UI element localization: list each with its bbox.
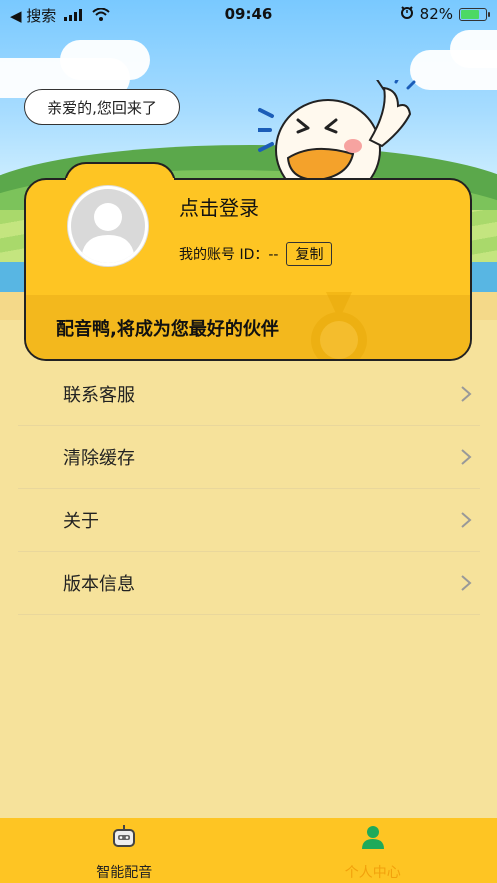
menu-item-version-info[interactable]: 版本信息: [18, 552, 480, 615]
notch-cover: [66, 178, 174, 184]
app-root: 亲爱的,您回来了 ◀ 搜索 09:46 82% 配音鸭,将成为您最好的伙伴 点击…: [0, 0, 497, 883]
greeting-bubble: 亲爱的,您回来了: [24, 89, 180, 125]
copy-button[interactable]: 复制: [286, 242, 333, 266]
chevron-right-icon: [461, 575, 472, 591]
menu-item-clear-cache[interactable]: 清除缓存: [18, 426, 480, 489]
menu-item-about[interactable]: 关于: [18, 489, 480, 552]
account-id-label: 我的账号 ID：--: [179, 247, 279, 263]
tab-label: 个人中心: [344, 865, 401, 881]
status-bar: ◀ 搜索 09:46 82%: [0, 0, 497, 30]
slogan-text: 配音鸭,将成为您最好的伙伴: [56, 319, 279, 340]
copy-button-label: 复制: [295, 247, 324, 263]
settings-menu: 联系客服 清除缓存 关于 版本信息: [18, 363, 480, 615]
chevron-right-icon: [461, 512, 472, 528]
battery-fill: [461, 9, 480, 19]
tab-smart-dubbing[interactable]: 智能配音: [0, 818, 249, 883]
avatar[interactable]: [68, 186, 148, 266]
login-link[interactable]: 点击登录: [179, 192, 259, 221]
cloud: [60, 40, 150, 80]
alarm-icon: [400, 5, 414, 23]
duck-mascot-icon: [256, 72, 418, 201]
battery-icon: [459, 7, 490, 21]
tab-label: 智能配音: [96, 865, 153, 881]
account-id-row: 我的账号 ID：-- 复制: [179, 242, 333, 266]
menu-item-contact-support[interactable]: 联系客服: [18, 363, 480, 426]
profile-card[interactable]: 配音鸭,将成为您最好的伙伴 点击登录 我的账号 ID：-- 复制: [24, 162, 472, 361]
menu-item-label: 清除缓存: [63, 448, 135, 469]
bottom-tab-bar: 智能配音 个人中心: [0, 818, 497, 883]
person-icon: [361, 826, 384, 849]
menu-item-label: 版本信息: [63, 574, 135, 595]
tab-personal-center[interactable]: 个人中心: [249, 818, 497, 883]
greeting-text: 亲爱的,您回来了: [47, 98, 157, 117]
chevron-right-icon: [461, 449, 472, 465]
menu-item-label: 关于: [63, 511, 99, 532]
default-avatar-icon: [71, 189, 145, 263]
chevron-right-icon: [461, 386, 472, 402]
medal-icon: [304, 292, 374, 359]
cloud: [450, 30, 497, 68]
battery-percent: 82%: [419, 5, 453, 23]
menu-item-label: 联系客服: [63, 385, 135, 406]
robot-icon: [113, 825, 136, 847]
